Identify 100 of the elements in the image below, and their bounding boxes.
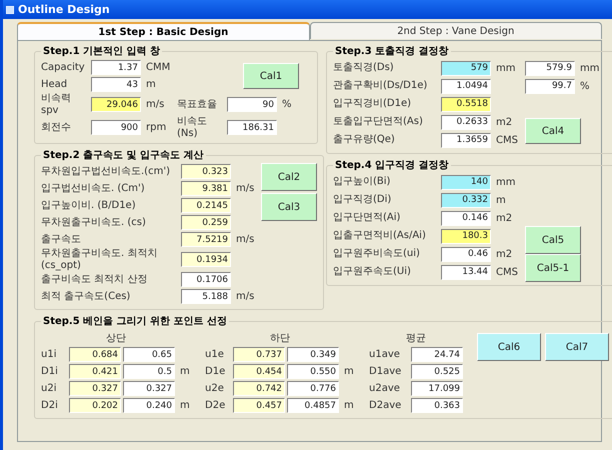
value-field[interactable]: 1.3659: [441, 132, 491, 148]
value-field[interactable]: 7.5219: [181, 232, 231, 247]
value-field[interactable]: 0.525: [411, 364, 463, 379]
cal-button[interactable]: Cal3: [261, 193, 317, 221]
unit-label: %: [281, 99, 292, 110]
field-label: u1e: [205, 349, 225, 360]
value-field[interactable]: 29.046: [91, 97, 141, 112]
value-field[interactable]: 17.099: [411, 381, 463, 396]
value-field[interactable]: 0.5518: [441, 96, 491, 112]
value-field[interactable]: 0.46: [441, 246, 491, 262]
value-field[interactable]: 0.737: [233, 347, 285, 362]
field-label: Head: [41, 78, 68, 90]
group-title: Step.4 입구직경 결정창: [334, 159, 450, 172]
value-field[interactable]: 90: [227, 97, 277, 112]
unit-label: rpm: [145, 122, 166, 133]
value-field[interactable]: 0.349: [287, 347, 339, 362]
cal-button[interactable]: Cal7: [545, 333, 609, 361]
value-field[interactable]: 180.3: [441, 228, 491, 244]
value-field[interactable]: 0.146: [441, 210, 491, 226]
field-label: Capacity: [41, 62, 85, 73]
field-label: 목표효율: [177, 98, 217, 110]
field-label: 입구직경비(D1e): [333, 98, 412, 110]
value-field[interactable]: 0.202: [69, 398, 121, 413]
value-field[interactable]: 0.363: [411, 398, 463, 413]
unit-label: m: [179, 366, 191, 377]
value-field[interactable]: 0.421: [69, 364, 121, 379]
value-field[interactable]: 13.44: [441, 264, 491, 280]
unit-label: mm: [495, 62, 516, 74]
unit-label: m/s: [235, 234, 254, 245]
field-label: 무차원출구비속도. (cs): [41, 216, 146, 228]
field-label: u2i: [41, 383, 58, 394]
column-header: 평균: [406, 332, 426, 344]
field-label: 최적 출구속도(Ces): [41, 290, 130, 302]
unit-label: m2: [495, 248, 512, 260]
field-label: 비속도 (Ns): [177, 116, 207, 138]
value-field[interactable]: 900: [91, 120, 141, 135]
cal-button[interactable]: Cal5-1: [525, 254, 581, 282]
value-field[interactable]: 0.457: [233, 398, 285, 413]
unit-label: m/s: [235, 183, 254, 194]
field-label: u1ave: [369, 349, 401, 360]
value-field[interactable]: 140: [441, 174, 491, 190]
value-field[interactable]: 0.327: [123, 381, 175, 396]
value-field[interactable]: 0.2145: [181, 198, 231, 213]
field-label: 관출구확비(Ds/D1e): [333, 80, 428, 92]
value-field[interactable]: 0.2633: [441, 114, 491, 130]
unit-label: m: [343, 366, 355, 377]
value-field[interactable]: 0.776: [287, 381, 339, 396]
value-field[interactable]: 579.9: [525, 60, 575, 76]
field-label: 입구높이(Bi): [333, 176, 390, 188]
value-field[interactable]: 0.742: [233, 381, 285, 396]
field-label: 출구유량(Qe): [333, 134, 395, 146]
tab[interactable]: 1st Step : Basic Design: [17, 22, 310, 40]
window-title: Outline Design: [18, 3, 110, 16]
value-field[interactable]: 24.74: [411, 347, 463, 362]
unit-label: CMS: [495, 266, 518, 278]
value-field[interactable]: 0.259: [181, 215, 231, 230]
field-label: 입구원주비속도(ui): [333, 248, 420, 260]
unit-label: m/s: [145, 99, 164, 110]
field-label: u2ave: [369, 383, 401, 394]
value-field[interactable]: 0.454: [233, 364, 285, 379]
value-field[interactable]: 0.5: [123, 364, 175, 379]
group-title: Step.2 출구속도 및 입구속도 계산: [42, 149, 205, 162]
value-field[interactable]: 43: [91, 77, 141, 92]
value-field[interactable]: 0.327: [69, 381, 121, 396]
value-field[interactable]: 9.381: [181, 181, 231, 196]
value-field[interactable]: 0.65: [123, 347, 175, 362]
value-field[interactable]: 99.7: [525, 78, 575, 94]
cal-button[interactable]: Cal6: [477, 333, 541, 361]
value-field[interactable]: 0.684: [69, 347, 121, 362]
field-label: 입출구면적비(As/Ai): [333, 230, 426, 242]
cal-button[interactable]: Cal1: [243, 63, 299, 89]
unit-label: mm: [495, 176, 516, 188]
column-header: 하단: [270, 332, 290, 344]
value-field[interactable]: 0.4857: [287, 398, 339, 413]
app-icon: [6, 6, 14, 14]
value-field[interactable]: 1.0494: [441, 78, 491, 94]
field-label: D1ave: [369, 366, 402, 377]
value-field[interactable]: 5.188: [181, 289, 231, 304]
unit-label: CMS: [495, 134, 518, 146]
value-field[interactable]: 0.1706: [181, 272, 231, 287]
unit-label: m: [145, 79, 156, 90]
field-label: 토출직경(Ds): [333, 62, 394, 74]
value-field[interactable]: 0.323: [181, 164, 231, 179]
value-field[interactable]: 0.550: [287, 364, 339, 379]
field-label: 비속력 spv: [41, 93, 71, 116]
column-header: 상단: [106, 332, 126, 344]
field-label: 회전수: [41, 122, 71, 133]
tab[interactable]: 2nd Step : Vane Design: [310, 22, 602, 39]
field-label: 출구비속도 최적치 산정: [41, 274, 148, 285]
value-field[interactable]: 0.1934: [181, 252, 231, 267]
value-field[interactable]: 1.37: [91, 60, 141, 75]
value-field[interactable]: 0.332: [441, 192, 491, 208]
value-field[interactable]: 186.31: [227, 120, 277, 135]
value-field[interactable]: 579: [441, 60, 491, 76]
field-label: 입구법선비속도. (Cm'): [41, 182, 145, 194]
field-label: 입구직경(Di): [333, 194, 392, 206]
cal-button[interactable]: Cal5: [525, 226, 581, 254]
cal-button[interactable]: Cal4: [525, 118, 581, 144]
value-field[interactable]: 0.240: [123, 398, 175, 413]
cal-button[interactable]: Cal2: [261, 163, 317, 191]
